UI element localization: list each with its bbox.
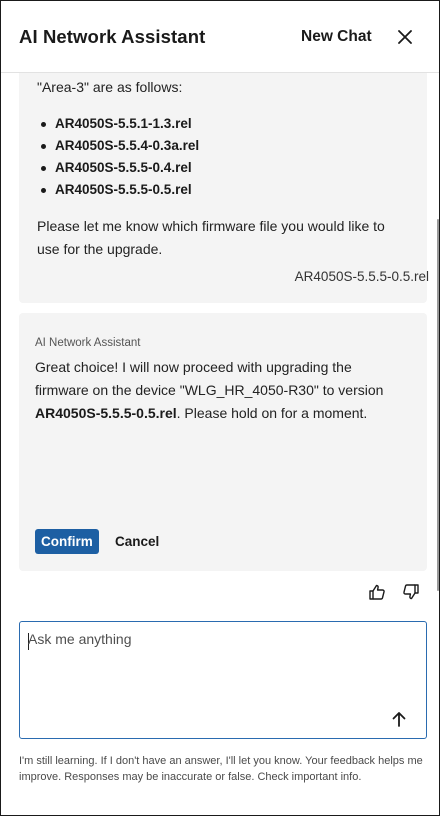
list-item: AR4050S-5.5.4-0.3a.rel [37, 135, 199, 157]
message-text-version: AR4050S-5.5.5-0.5.rel [35, 405, 177, 421]
conversation-area[interactable]: "Area-3" are as follows: AR4050S-5.5.1-1… [1, 73, 439, 601]
firmware-list: AR4050S-5.5.1-1.3.rel AR4050S-5.5.4-0.3a… [37, 113, 199, 201]
scrollbar[interactable] [437, 219, 439, 591]
chat-input[interactable] [28, 631, 418, 701]
list-item: AR4050S-5.5.1-1.3.rel [37, 113, 199, 135]
panel-title: AI Network Assistant [19, 26, 206, 47]
thumbs-down-icon[interactable] [401, 582, 421, 601]
bullet [41, 143, 46, 149]
assistant-panel: AI Network Assistant New Chat "Area-3" a… [0, 0, 440, 816]
disclaimer-text: I'm still learning. If I don't have an a… [19, 755, 423, 783]
list-item: AR4050S-5.5.5-0.5.rel [37, 179, 199, 201]
message-intro-text: "Area-3" are as follows: [37, 79, 183, 95]
new-chat-button[interactable]: New Chat [301, 28, 372, 46]
message-text-part: Great choice! I will now proceed with up… [35, 359, 384, 398]
arrow-up-icon[interactable] [388, 708, 410, 730]
bullet [41, 121, 46, 127]
user-message: AR4050S-5.5.5-0.5.rel [294, 269, 429, 284]
message-text-part: . Please hold on for a moment. [176, 405, 368, 421]
chat-input-box[interactable] [19, 621, 427, 739]
assistant-message-confirmation: AI Network Assistant Great choice! I wil… [19, 313, 427, 571]
cancel-button[interactable]: Cancel [115, 529, 159, 554]
firmware-option: AR4050S-5.5.1-1.3.rel [55, 116, 192, 131]
firmware-option: AR4050S-5.5.5-0.4.rel [55, 160, 192, 175]
message-prompt-text: Please let me know which firmware file y… [37, 218, 385, 257]
feedback-controls [367, 582, 421, 601]
close-icon[interactable] [393, 25, 417, 49]
thumbs-up-icon[interactable] [367, 582, 387, 601]
firmware-option: AR4050S-5.5.4-0.3a.rel [55, 138, 200, 153]
bullet [41, 165, 46, 171]
firmware-option: AR4050S-5.5.5-0.5.rel [55, 182, 192, 197]
confirm-button[interactable]: Confirm [35, 529, 99, 554]
list-item: AR4050S-5.5.5-0.4.rel [37, 157, 199, 179]
bullet [41, 187, 46, 193]
message-sender: AI Network Assistant [35, 337, 141, 349]
panel-header: AI Network Assistant New Chat [1, 1, 439, 73]
message-text: Great choice! I will now proceed with up… [35, 356, 407, 425]
